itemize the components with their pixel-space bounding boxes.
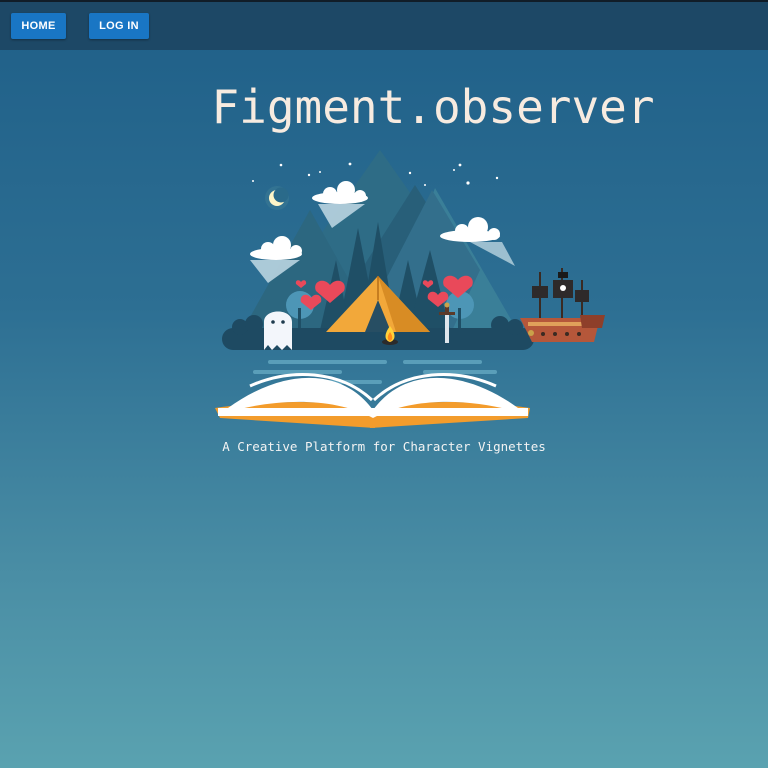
site-title: Figment.observer [211, 80, 655, 134]
mist-lines [253, 360, 497, 384]
login-button[interactable]: LOG IN [89, 13, 149, 39]
home-button[interactable]: HOME [11, 13, 66, 39]
ghost-icon [264, 311, 292, 350]
moon-icon [265, 186, 289, 210]
pirate-ship-icon [520, 268, 605, 342]
top-nav-bar: HOME LOG IN [0, 0, 768, 50]
tagline: A Creative Platform for Character Vignet… [222, 439, 546, 454]
hero-illustration [215, 150, 605, 428]
